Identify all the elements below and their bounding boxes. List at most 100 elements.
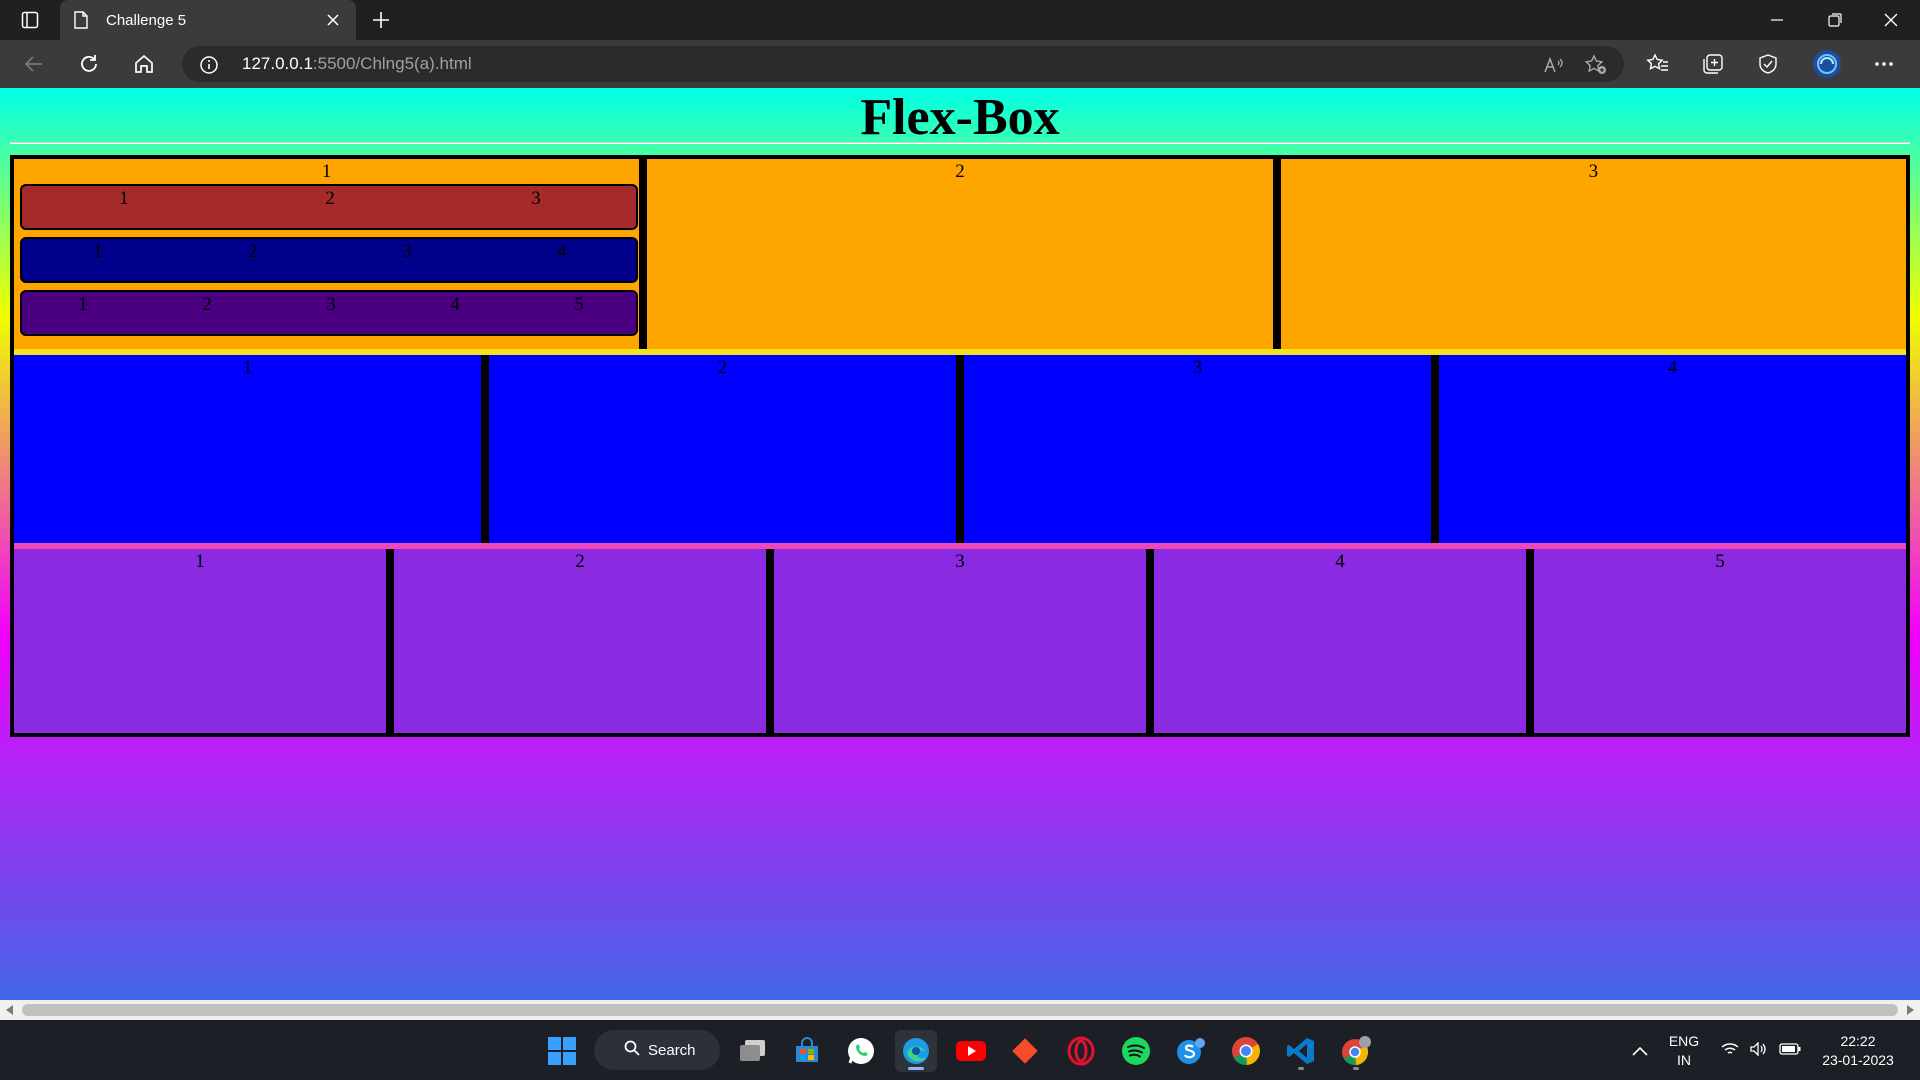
row1-cell-1: 1 1 2 3 1 2 3 4 1 2 3 4 5 <box>14 159 640 349</box>
flex-row-3: 1 2 3 4 5 <box>14 549 1906 733</box>
scroll-right-icon[interactable] <box>1900 1000 1920 1020</box>
row3-cell-4: 4 <box>1154 549 1526 733</box>
scrollbar-thumb[interactable] <box>22 1004 1898 1016</box>
chrome-icon[interactable] <box>1225 1030 1267 1072</box>
horizontal-scrollbar[interactable] <box>0 1000 1920 1020</box>
back-button[interactable] <box>16 46 52 82</box>
skype-icon[interactable] <box>1170 1030 1212 1072</box>
tab-title: Challenge 5 <box>106 11 187 29</box>
spotify-icon[interactable] <box>1115 1030 1157 1072</box>
language-line-1: ENG <box>1668 1033 1700 1049</box>
language-indicator[interactable]: ENG IN <box>1664 1032 1704 1070</box>
cell-label: 1 <box>321 161 332 182</box>
new-tab-button[interactable] <box>366 6 396 34</box>
read-aloud-icon[interactable] <box>1540 52 1568 78</box>
nested-row-1: 1 2 3 <box>20 184 638 230</box>
cell-label: 1 <box>195 551 205 572</box>
taskbar-search[interactable]: Search <box>594 1030 720 1070</box>
edge-icon[interactable] <box>895 1030 937 1072</box>
cell-label: 1 <box>242 357 253 378</box>
show-hidden-icons-icon[interactable] <box>1619 1030 1661 1072</box>
nested-label: 1 <box>93 241 103 262</box>
microsoft-store-icon[interactable] <box>786 1030 828 1072</box>
volume-icon <box>1750 1040 1768 1061</box>
row2-cell-1: 1 <box>14 355 481 543</box>
cell-label: 4 <box>1667 357 1678 378</box>
row2-cell-4: 4 <box>1439 355 1906 543</box>
nested-label: 2 <box>248 241 258 262</box>
active-indicator <box>908 1067 924 1070</box>
scroll-left-icon[interactable] <box>0 1000 20 1020</box>
nested-label: 3 <box>402 241 412 262</box>
running-indicator <box>1353 1067 1359 1070</box>
clock-date: 23-01-2023 <box>1822 1052 1894 1068</box>
whatsapp-icon[interactable] <box>840 1030 882 1072</box>
nested-label: 1 <box>119 188 129 209</box>
row1-cell-2: 2 <box>647 159 1273 349</box>
taskbar: Search ENG IN 22:22 23-01-2023 <box>0 1020 1920 1080</box>
row2-cell-3: 3 <box>964 355 1431 543</box>
cell-label: 3 <box>1192 357 1203 378</box>
page-title: Flex-Box <box>860 89 1060 146</box>
flex-container: 1 1 2 3 1 2 3 4 1 2 3 4 5 2 3 1 2 3 4 1 … <box>10 155 1910 737</box>
row3-cell-1: 1 <box>14 549 386 733</box>
refresh-button[interactable] <box>71 46 107 82</box>
flex-row-1: 1 1 2 3 1 2 3 4 1 2 3 4 5 2 3 <box>14 159 1906 349</box>
nested-label: 3 <box>531 188 541 209</box>
cell-label: 2 <box>717 357 728 378</box>
page-icon <box>74 10 92 30</box>
minimize-button[interactable] <box>1748 0 1806 40</box>
close-window-button[interactable] <box>1862 0 1920 40</box>
row2-cell-2: 2 <box>489 355 956 543</box>
browser-titlebar: Challenge 5 <box>0 0 1920 40</box>
cell-label: 2 <box>575 551 585 572</box>
battery-icon <box>1778 1042 1801 1060</box>
cell-label: 4 <box>1335 551 1345 572</box>
task-view-icon[interactable] <box>732 1030 774 1072</box>
favorites-icon[interactable] <box>1641 48 1675 80</box>
nested-label: 2 <box>325 188 335 209</box>
nested-label: 4 <box>557 241 567 262</box>
home-button[interactable] <box>126 46 162 82</box>
start-icon[interactable] <box>541 1030 583 1072</box>
browser-toolbar: 127.0.0.1:5500/Chlng5(a).html <box>0 40 1920 88</box>
nested-row-3: 1 2 3 4 5 <box>20 290 638 336</box>
address-bar[interactable]: 127.0.0.1:5500/Chlng5(a).html <box>182 46 1624 82</box>
cell-label: 3 <box>955 551 965 572</box>
youtube-icon[interactable] <box>950 1030 992 1072</box>
vscode-icon[interactable] <box>1280 1030 1322 1072</box>
row3-cell-3: 3 <box>774 549 1146 733</box>
language-line-2: IN <box>1677 1052 1691 1068</box>
url-path: :5500/Chlng5(a).html <box>312 54 472 73</box>
cell-label: 3 <box>1588 161 1599 182</box>
nested-label: 1 <box>78 294 88 315</box>
profile-avatar-icon[interactable] <box>1810 48 1844 80</box>
search-label: Search <box>648 1041 696 1059</box>
tab-actions-icon[interactable] <box>14 8 46 32</box>
row3-cell-2: 2 <box>394 549 766 733</box>
title-divider <box>10 142 1910 144</box>
opera-icon[interactable] <box>1060 1030 1102 1072</box>
more-options-icon[interactable] <box>1867 48 1901 80</box>
restore-button[interactable] <box>1806 0 1864 40</box>
close-tab-icon[interactable] <box>316 5 350 35</box>
url-text[interactable]: 127.0.0.1:5500/Chlng5(a).html <box>242 54 472 74</box>
chrome-profile-icon[interactable] <box>1335 1030 1377 1072</box>
system-tray-icons[interactable] <box>1716 1030 1806 1072</box>
flex-row-2: 1 2 3 4 <box>14 355 1906 543</box>
nested-label: 2 <box>202 294 212 315</box>
cell-label: 2 <box>955 161 965 182</box>
browser-tab[interactable]: Challenge 5 <box>60 0 356 40</box>
nested-label: 4 <box>450 294 460 315</box>
search-icon <box>624 1040 640 1061</box>
clock[interactable]: 22:22 23-01-2023 <box>1810 1032 1906 1070</box>
browser-essentials-icon[interactable] <box>1751 48 1785 80</box>
nested-label: 5 <box>574 294 584 315</box>
site-info-icon[interactable] <box>198 54 220 76</box>
collections-icon[interactable] <box>1696 48 1730 80</box>
git-icon[interactable] <box>1004 1030 1046 1072</box>
add-favorite-icon[interactable] <box>1582 52 1610 78</box>
url-host: 127.0.0.1 <box>242 54 313 73</box>
clock-time: 22:22 <box>1840 1033 1876 1049</box>
row3-cell-5: 5 <box>1534 549 1906 733</box>
